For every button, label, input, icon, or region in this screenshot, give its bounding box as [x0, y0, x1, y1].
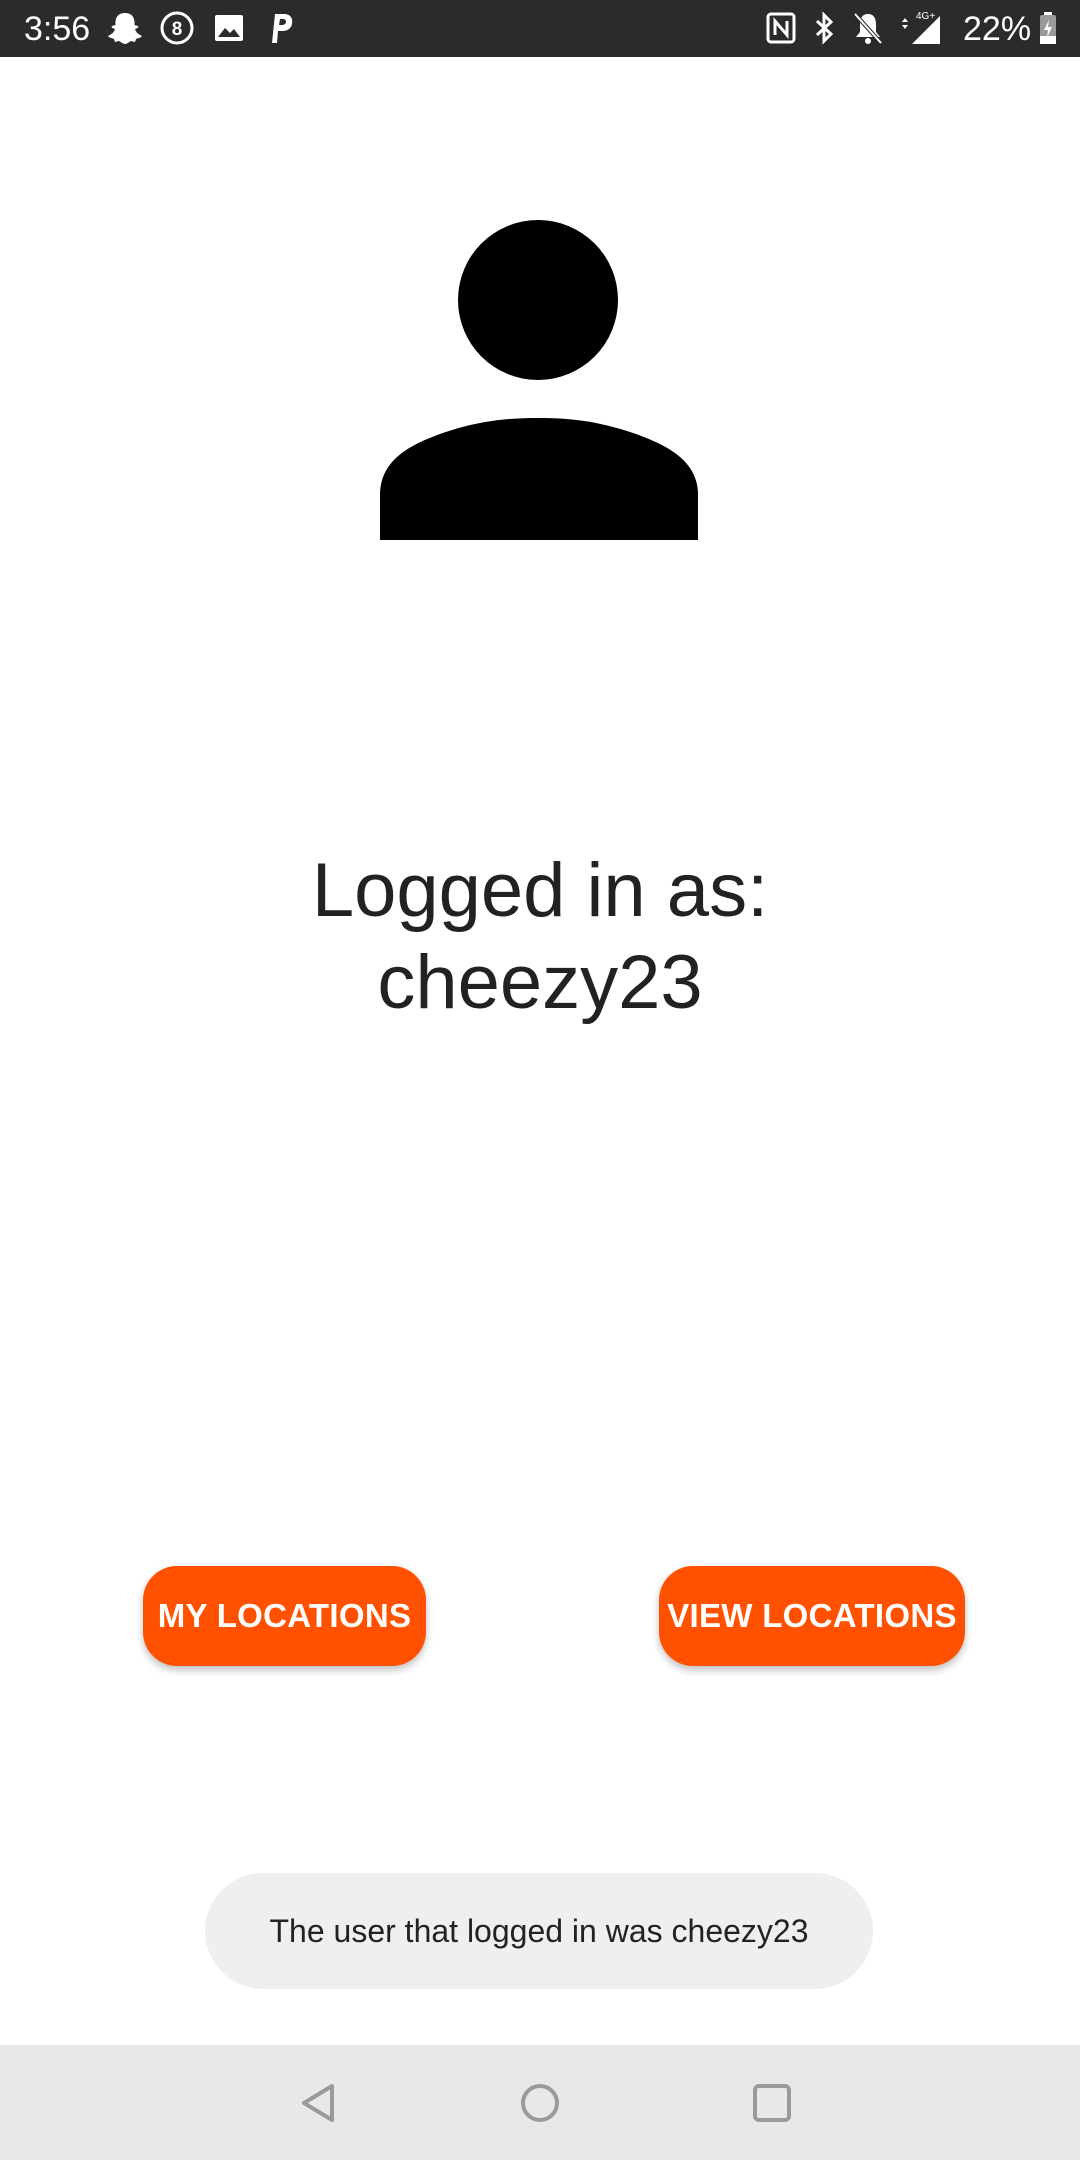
notification-8-icon: 8	[160, 11, 194, 45]
bluetooth-icon	[815, 11, 834, 45]
status-time: 3:56	[24, 10, 91, 48]
status-bar: 3:56 8 4G+ 22%	[0, 0, 1080, 57]
person-icon	[380, 220, 698, 540]
nfc-icon	[766, 12, 796, 44]
navigation-bar	[0, 2045, 1080, 2160]
view-locations-label: VIEW LOCATIONS	[667, 1597, 957, 1634]
network-type-label: 4G+	[916, 11, 935, 22]
back-icon[interactable]	[295, 2078, 345, 2128]
battery-icon	[1040, 12, 1056, 44]
username-label: cheezy23	[377, 940, 703, 1025]
view-locations-button[interactable]: VIEW LOCATIONS	[659, 1566, 965, 1666]
logged-in-label: Logged in as:	[311, 848, 769, 933]
bell-off-icon	[853, 12, 883, 45]
toast-text: The user that logged in was cheezy23	[269, 1912, 809, 1949]
my-locations-label: MY LOCATIONS	[157, 1597, 412, 1634]
home-icon[interactable]	[515, 2078, 565, 2128]
p-app-icon	[272, 14, 293, 43]
toast-message: The user that logged in was cheezy23	[205, 1873, 873, 1989]
svg-text:8: 8	[172, 19, 183, 40]
my-locations-button[interactable]: MY LOCATIONS	[143, 1566, 426, 1666]
recents-icon[interactable]	[747, 2078, 797, 2128]
snapchat-icon	[108, 13, 142, 44]
signal-icon: 4G+	[902, 11, 940, 44]
battery-percent: 22%	[963, 10, 1032, 48]
logged-in-text: Logged in as: cheezy23	[0, 845, 1080, 1029]
image-icon	[215, 15, 243, 41]
